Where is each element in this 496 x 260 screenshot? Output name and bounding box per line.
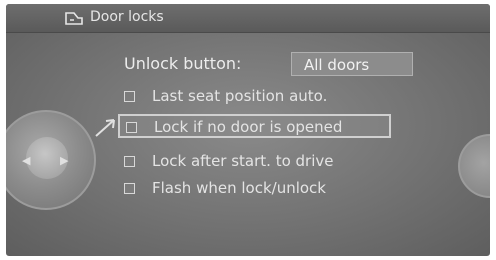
right-controller-knob-icon: [458, 134, 490, 198]
option-label: Lock if no door is opened: [154, 118, 343, 136]
selection-pointer-icon: [95, 119, 115, 137]
checkbox[interactable]: [124, 91, 135, 102]
option-label: Last seat position auto.: [152, 87, 328, 105]
option-lock-if-no-door-opened[interactable]: Lock if no door is opened: [118, 114, 391, 138]
option-label: Flash when lock/unlock: [152, 179, 326, 197]
option-label: Lock after start. to drive: [152, 152, 334, 170]
arrow-left-icon: ◀: [22, 154, 31, 167]
unlock-button-label: Unlock button:: [124, 54, 242, 73]
checkbox[interactable]: [124, 183, 135, 194]
checkbox[interactable]: [124, 156, 135, 167]
controller-knob-icon: ◀ ▶: [6, 110, 96, 210]
door-locks-screen: Door locks ◀ ▶ Unlock button: All doors …: [6, 4, 490, 256]
menu-header: Door locks: [6, 4, 490, 33]
arrow-right-icon: ▶: [60, 154, 69, 167]
page-title: Door locks: [90, 9, 164, 25]
unlock-button-select[interactable]: All doors: [291, 52, 413, 76]
checkbox[interactable]: [126, 122, 137, 133]
car-door-icon: [65, 12, 83, 25]
